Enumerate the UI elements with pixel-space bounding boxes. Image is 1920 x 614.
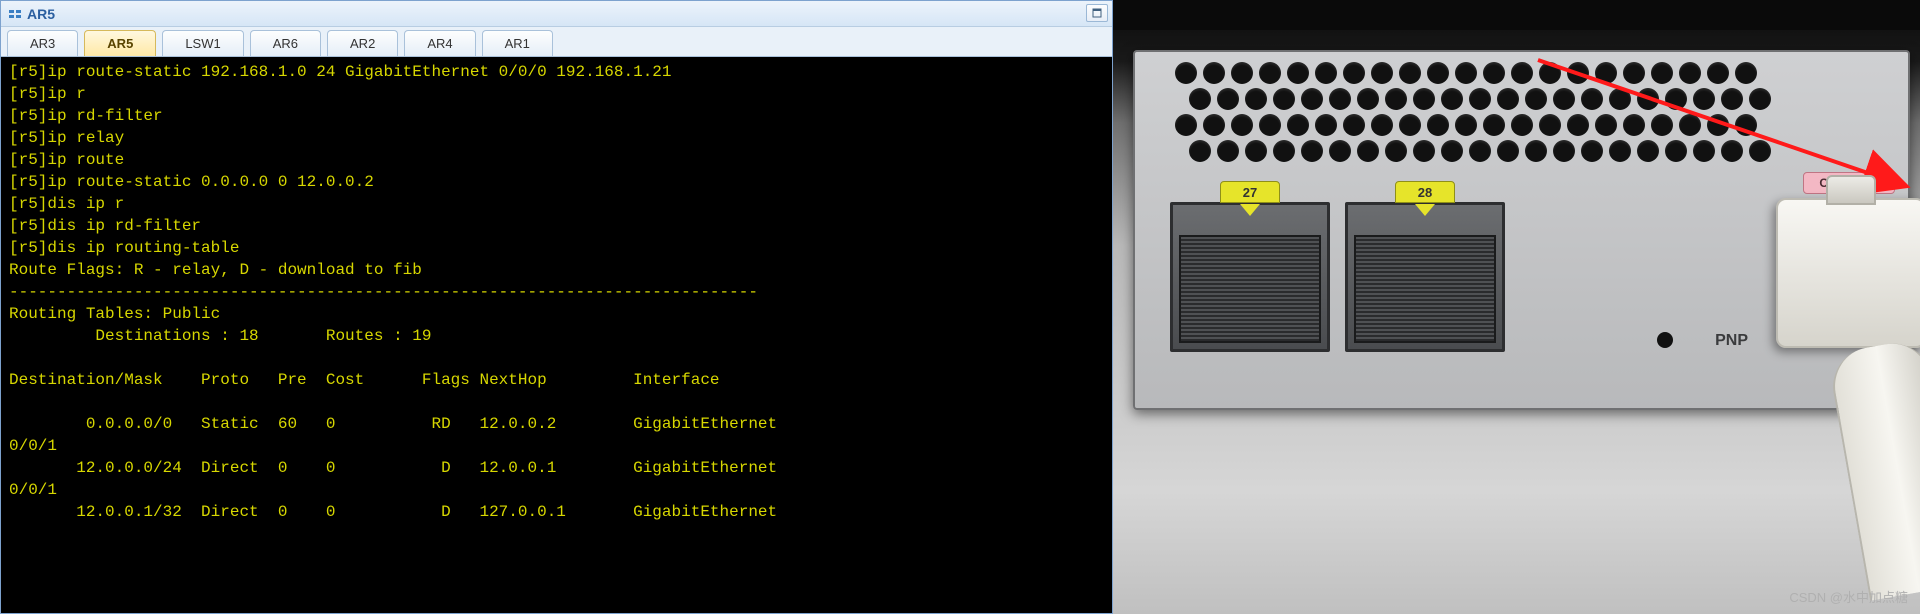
tab-label: AR6 <box>273 36 298 51</box>
router-photo: 27 28 PNP CONSOLE CSDN @水中加点糖 <box>1113 0 1920 614</box>
rj45-clip <box>1826 175 1876 205</box>
tab-label: AR1 <box>505 36 530 51</box>
sfp-cage <box>1354 235 1496 343</box>
tab-ar2[interactable]: AR2 <box>327 30 398 56</box>
title-bar[interactable]: AR5 <box>1 1 1112 27</box>
sfp-cage <box>1179 235 1321 343</box>
pnp-button <box>1657 332 1673 348</box>
rack-top-edge <box>1113 0 1920 30</box>
window-title: AR5 <box>27 6 55 22</box>
chevron-down-icon <box>1240 204 1260 216</box>
tab-label: AR4 <box>427 36 452 51</box>
simulator-window: AR5 AR3 AR5 LSW1 AR6 AR2 AR4 AR1 [r5]ip … <box>0 0 1113 614</box>
tab-ar4[interactable]: AR4 <box>404 30 475 56</box>
sfp-port-28: 28 <box>1345 202 1505 352</box>
tab-label: AR2 <box>350 36 375 51</box>
port-label-27: 27 <box>1220 181 1280 203</box>
tab-label: LSW1 <box>185 36 220 51</box>
tab-ar1[interactable]: AR1 <box>482 30 553 56</box>
console-cable-cord <box>1827 337 1920 601</box>
console-cable-plug <box>1776 198 1920 348</box>
options-button[interactable] <box>1086 4 1108 22</box>
port-label-28: 28 <box>1395 181 1455 203</box>
tab-lsw1[interactable]: LSW1 <box>162 30 243 56</box>
tab-ar6[interactable]: AR6 <box>250 30 321 56</box>
watermark-text: CSDN @水中加点糖 <box>1789 587 1908 606</box>
app-logo-icon <box>7 6 23 22</box>
tab-label: AR3 <box>30 36 55 51</box>
tab-ar5[interactable]: AR5 <box>84 30 156 56</box>
vent-grille <box>1175 62 1815 162</box>
tab-label: AR5 <box>107 36 133 51</box>
device-tab-bar: AR3 AR5 LSW1 AR6 AR2 AR4 AR1 <box>1 27 1112 57</box>
chevron-down-icon <box>1415 204 1435 216</box>
sfp-port-27: 27 <box>1170 202 1330 352</box>
cli-terminal[interactable]: [r5]ip route-static 192.168.1.0 24 Gigab… <box>1 57 1112 613</box>
pnp-label: PNP <box>1715 332 1748 350</box>
tab-ar3[interactable]: AR3 <box>7 30 78 56</box>
